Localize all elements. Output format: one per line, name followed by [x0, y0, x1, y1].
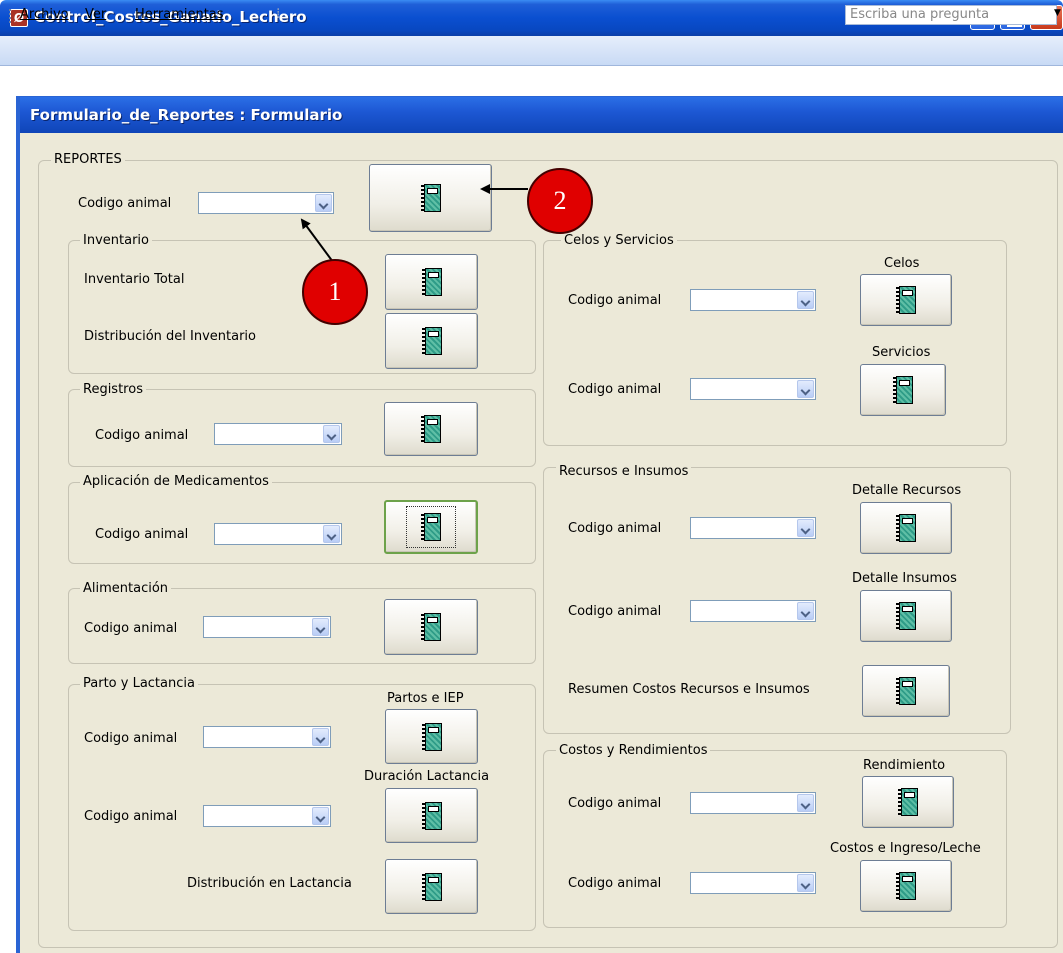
annotation-arrow-1 — [300, 218, 334, 263]
annotation-arrows — [300, 184, 528, 263]
annotation-callout-2: 2 — [527, 168, 593, 234]
annotation-callout-1: 1 — [302, 259, 368, 325]
